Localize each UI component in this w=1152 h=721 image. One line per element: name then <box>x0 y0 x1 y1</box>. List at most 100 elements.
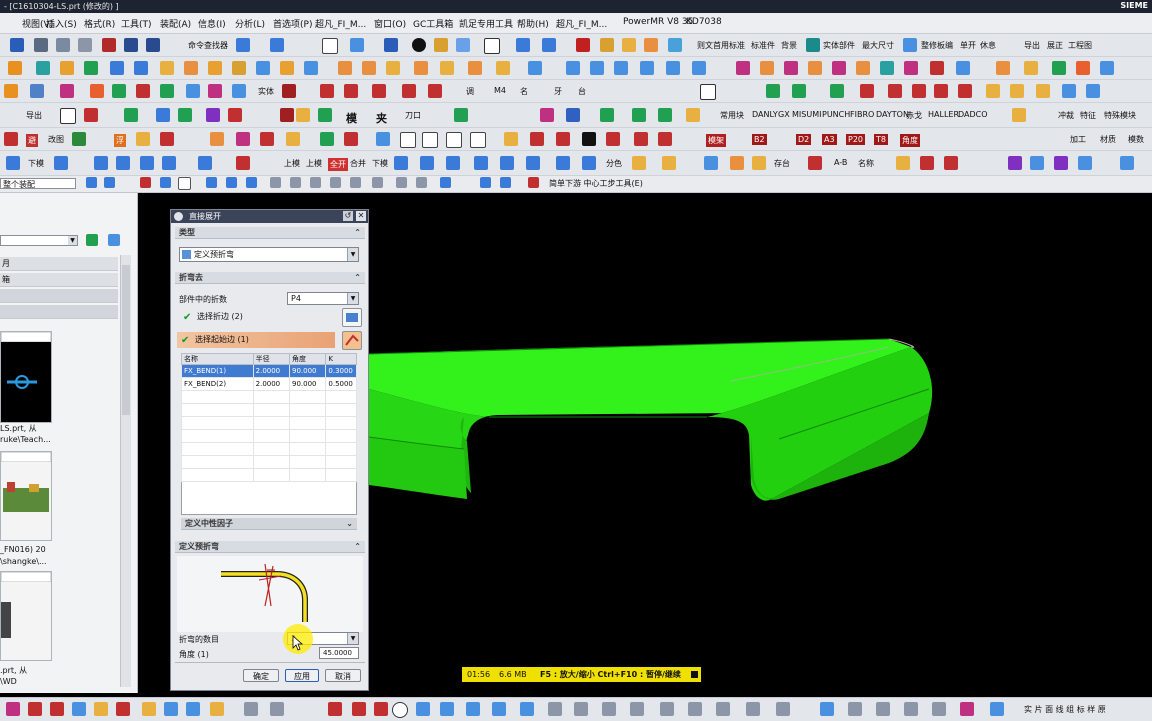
snap-icon-11[interactable] <box>416 177 427 188</box>
p20-button[interactable]: P20 <box>846 134 866 145</box>
table-row[interactable]: FX_BEND(1) 2.0000 90.000 0.3000 <box>181 364 357 378</box>
green-icon-d[interactable] <box>658 108 672 122</box>
correct-button[interactable]: 展正 <box>1047 40 1063 51</box>
sheet-icon-12[interactable] <box>1024 61 1038 75</box>
surface-icon-4[interactable] <box>640 61 654 75</box>
stage-icon-9[interactable] <box>446 156 460 170</box>
sheet-icon-9[interactable] <box>930 61 944 75</box>
modulus-button[interactable]: 模数 <box>1128 134 1144 145</box>
sheet-icon-4[interactable] <box>808 61 822 75</box>
surface-icon-2[interactable] <box>590 61 604 75</box>
curve-icon[interactable] <box>372 84 386 98</box>
stage-icon-10[interactable] <box>474 156 488 170</box>
nav-row-box[interactable]: 箱 <box>0 273 118 287</box>
std-button[interactable]: 则文首用标准 <box>697 40 745 51</box>
snap-bottom-icon-8[interactable] <box>164 702 178 716</box>
plane-icon[interactable] <box>112 84 126 98</box>
stage-icon-1[interactable] <box>94 156 108 170</box>
feature-icon-7[interactable] <box>496 61 510 75</box>
stage-icon-18[interactable] <box>730 156 744 170</box>
merge-button[interactable]: 合并 <box>350 158 366 169</box>
stage-icon-28[interactable] <box>1120 156 1134 170</box>
menu-kd7038[interactable]: KD7038 <box>686 17 722 27</box>
stage-icon-27[interactable] <box>1078 156 1092 170</box>
export-button[interactable]: 导出 <box>1024 40 1040 51</box>
sketch-icon-17[interactable] <box>746 702 760 716</box>
menu-analysis[interactable]: 分析(L) <box>235 17 265 30</box>
stage-icon-8[interactable] <box>420 156 434 170</box>
sketch-icon-23[interactable] <box>932 702 946 716</box>
select-face-button[interactable] <box>342 308 362 327</box>
red-block-icon[interactable] <box>282 84 296 98</box>
wire-icon[interactable] <box>434 38 448 52</box>
green-block-icon[interactable] <box>178 108 192 122</box>
column-header-angle[interactable]: 角度 <box>289 353 327 365</box>
snap-icon-14[interactable] <box>500 177 511 188</box>
green-sq-icon[interactable] <box>72 132 86 146</box>
stage-icon-5[interactable] <box>198 156 212 170</box>
select-icon-1[interactable] <box>86 177 97 188</box>
sheet-icon-2[interactable] <box>760 61 774 75</box>
sheet-icon-10[interactable] <box>956 61 970 75</box>
brush-icon[interactable] <box>236 38 250 52</box>
blend-icon[interactable] <box>160 61 174 75</box>
sketch-icon-9[interactable] <box>520 702 534 716</box>
snap-icon-9[interactable] <box>372 177 383 188</box>
arrow-icon[interactable] <box>686 108 700 122</box>
blue-tool-icon-2[interactable] <box>1086 84 1100 98</box>
tool-icon-d[interactable] <box>668 38 682 52</box>
cube-icon[interactable] <box>384 38 398 52</box>
sketch-icon-18[interactable] <box>776 702 790 716</box>
sheet-icon-11[interactable] <box>996 61 1010 75</box>
red-tool-icon-4[interactable] <box>912 84 926 98</box>
stage-icon-19[interactable] <box>752 156 766 170</box>
circle-icon[interactable] <box>402 84 416 98</box>
mic-icon[interactable] <box>1100 61 1114 75</box>
square-icon[interactable] <box>700 84 716 100</box>
tool-icon-q[interactable] <box>504 132 518 146</box>
avoid-button[interactable]: 避 <box>26 134 38 147</box>
tool-icon-n[interactable] <box>422 132 438 148</box>
chamfer-icon[interactable] <box>184 61 198 75</box>
apply-button[interactable]: 应用 <box>285 669 319 682</box>
button-jia[interactable]: 夹 <box>376 110 387 126</box>
solid-part-button[interactable]: 实体部件 <box>823 40 855 51</box>
menu-chaofan-1[interactable]: 超凡_FI_M... <box>315 17 366 30</box>
t8-button[interactable]: T8 <box>874 134 888 145</box>
delete-icon[interactable] <box>102 38 116 52</box>
sketch-icon-16[interactable] <box>716 702 730 716</box>
select-icon-5[interactable] <box>178 177 191 190</box>
punch-button[interactable]: PUNCH <box>822 110 850 119</box>
upper-mold-button[interactable]: 上模 <box>284 158 300 169</box>
stage-icon-25[interactable] <box>1030 156 1044 170</box>
button-tai[interactable]: 台 <box>578 86 586 97</box>
history-thumbnail-2[interactable] <box>0 451 52 541</box>
b2-button[interactable]: B2 <box>752 134 767 145</box>
undo-icon[interactable] <box>124 38 138 52</box>
input-method-icon[interactable] <box>1076 61 1090 75</box>
menu-help[interactable]: 帮助(H) <box>517 17 549 30</box>
column-header-radius[interactable]: 半径 <box>252 353 291 365</box>
snap-icon-5[interactable] <box>290 177 301 188</box>
feature-icon-5[interactable] <box>440 61 454 75</box>
stage-icon-13[interactable] <box>556 156 570 170</box>
red-tool-icon-5[interactable] <box>934 84 948 98</box>
extrude-icon[interactable] <box>36 61 50 75</box>
tool-icon-o[interactable] <box>446 132 462 148</box>
lower-mold-button-2[interactable]: 下模 <box>372 158 388 169</box>
sheet-icon-7[interactable] <box>880 61 894 75</box>
dark-red-icon[interactable] <box>280 108 294 122</box>
green-tool-icon-1[interactable] <box>766 84 780 98</box>
snap-icon-2[interactable] <box>226 177 237 188</box>
offset-icon[interactable] <box>256 61 270 75</box>
max-size-button[interactable]: 最大尺寸 <box>862 40 894 51</box>
a3-button[interactable]: A3 <box>822 134 837 145</box>
bottom-filter-labels[interactable]: 实 片 面 线 组 标 样 原 <box>1024 704 1106 715</box>
figure-icon[interactable] <box>228 108 242 122</box>
paste-icon[interactable] <box>78 38 92 52</box>
sheet-icon-8[interactable] <box>904 61 918 75</box>
chige-button[interactable]: 赤戈 <box>906 110 922 121</box>
select-bend-face-row[interactable]: ✔ 选择折边 (2) <box>179 309 333 325</box>
section-icon[interactable] <box>456 38 470 52</box>
menu-tools[interactable]: 工具(T) <box>121 17 152 30</box>
